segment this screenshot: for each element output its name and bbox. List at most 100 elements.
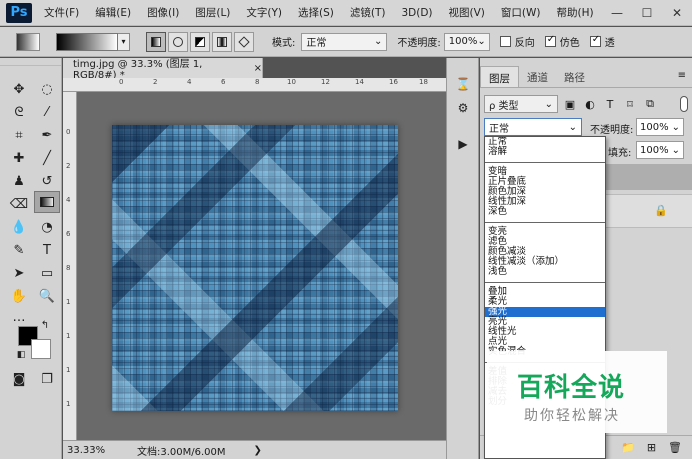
move-tool-icon[interactable]: ✥	[6, 78, 32, 100]
layer-opacity-label: 不透明度:	[590, 125, 634, 136]
menu-layer[interactable]: 图层(L)	[187, 5, 238, 20]
image-canvas[interactable]	[112, 125, 398, 411]
screen-mode-icon[interactable]: ❐	[34, 368, 60, 390]
path-selection-icon[interactable]: ➤	[6, 262, 32, 284]
background-color-swatch[interactable]	[31, 339, 51, 359]
type-filter-icon[interactable]: T	[602, 96, 618, 112]
shape-filter-icon[interactable]: ⌑	[622, 96, 638, 112]
actions-play-icon[interactable]: ▶	[455, 136, 471, 152]
document-size-info: 文档:3.00M/6.00M	[137, 446, 226, 458]
rectangle-icon[interactable]: ▭	[34, 262, 60, 284]
status-menu-arrow-icon[interactable]: ❯	[254, 445, 262, 456]
angle-gradient-button[interactable]	[190, 31, 210, 52]
swap-colors-icon[interactable]: ↰	[38, 318, 52, 332]
ruler-tick: 4	[66, 196, 71, 204]
menu-image[interactable]: 图像(I)	[139, 5, 187, 20]
menu-type[interactable]: 文字(Y)	[238, 5, 290, 20]
menu-view[interactable]: 视图(V)	[441, 5, 493, 20]
mode-value: 正常	[306, 38, 327, 49]
tab-layers[interactable]: 图层	[480, 66, 519, 87]
panel-menu-icon[interactable]: ≡	[678, 70, 686, 81]
blend-option[interactable]: 溶解	[485, 147, 605, 157]
reflected-gradient-button[interactable]	[212, 31, 232, 52]
menu-select[interactable]: 选择(S)	[290, 5, 342, 20]
dither-checkbox[interactable]	[544, 34, 556, 47]
menu-window[interactable]: 窗口(W)	[493, 5, 549, 20]
eyedropper-icon[interactable]: ✒	[34, 124, 60, 146]
type-icon[interactable]: T	[34, 239, 60, 261]
transparency-checkbox[interactable]	[589, 34, 601, 47]
dodge-icon[interactable]: ◔	[34, 216, 60, 238]
new-layer-icon[interactable]: ⊞	[647, 441, 656, 454]
mode-dropdown[interactable]: 正常 ⌄	[301, 32, 388, 51]
brush-icon[interactable]: ╱	[34, 147, 60, 169]
tab-paths[interactable]: 路径	[556, 66, 593, 87]
properties-icon[interactable]: ⚙	[455, 100, 471, 116]
layer-filter-row: ρ 类型 ⌄ ▣ ◐ T ⌑ ⧉	[484, 94, 658, 114]
more-tools-icon[interactable]: …	[6, 306, 32, 328]
document-tab[interactable]: timg.jpg @ 33.3% (图层 1, RGB/8#) * ×	[63, 58, 263, 81]
clone-stamp-icon[interactable]: ♟	[6, 170, 32, 192]
fill-field[interactable]: 100% ⌄	[636, 141, 684, 159]
ruler-tick: 1	[66, 298, 71, 306]
menu-help[interactable]: 帮助(H)	[549, 5, 602, 20]
blend-option[interactable]: 浅色	[485, 267, 605, 277]
gradient-dropdown-arrow[interactable]: ▾	[118, 32, 130, 51]
lasso-icon[interactable]: ᘓ	[6, 101, 32, 123]
close-button[interactable]: ✕	[662, 0, 692, 26]
filter-kind-dropdown[interactable]: ρ 类型 ⌄	[484, 95, 558, 113]
default-colors-icon[interactable]: ◧	[14, 348, 28, 362]
reverse-checkbox[interactable]	[499, 36, 511, 47]
chevron-down-icon: ⌄	[671, 144, 680, 156]
opacity-field[interactable]: 100% ⌄	[443, 32, 490, 51]
minimize-button[interactable]: —	[602, 0, 632, 26]
layer-row-selected[interactable]	[604, 164, 692, 190]
radial-gradient-button[interactable]	[168, 31, 188, 52]
toolbar-grip[interactable]	[0, 58, 61, 66]
menu-file[interactable]: 文件(F)	[36, 5, 87, 20]
history-icon[interactable]: ⌛	[455, 76, 471, 92]
hand-icon[interactable]: ✋	[6, 285, 32, 307]
blend-mode-dropdown[interactable]: 正常 ⌄	[484, 118, 582, 136]
ruler-tick: 6	[66, 230, 71, 238]
zoom-level[interactable]: 33.33%	[67, 445, 107, 456]
blur-icon[interactable]: 💧	[6, 216, 32, 238]
diamond-gradient-button[interactable]	[234, 31, 254, 52]
healing-brush-icon[interactable]: ✚	[6, 147, 32, 169]
ruler-tick: 8	[255, 78, 260, 86]
crop-icon[interactable]: ⌗	[6, 124, 32, 146]
layer-opacity-field[interactable]: 100% ⌄	[636, 118, 684, 136]
tab-channels[interactable]: 通道	[519, 66, 556, 87]
maximize-button[interactable]: ☐	[632, 0, 662, 26]
pen-icon[interactable]: ✎	[6, 239, 32, 261]
new-group-icon[interactable]: 📁	[621, 441, 635, 454]
vertical-ruler[interactable]: 0 2 4 6 8 1 1 1 1	[63, 92, 77, 440]
layer-row-background[interactable]	[604, 194, 692, 228]
tool-preset-picker[interactable]	[16, 32, 40, 51]
history-brush-icon[interactable]: ↺	[34, 170, 60, 192]
delete-layer-icon[interactable]: 🗑	[668, 441, 682, 454]
gradient-tool-icon[interactable]	[34, 191, 60, 213]
close-tab-icon[interactable]: ×	[254, 63, 262, 74]
menu-filter[interactable]: 滤镜(T)	[342, 5, 394, 20]
status-bar: 33.33% 文档:3.00M/6.00M ❯	[63, 440, 446, 459]
gradient-preview[interactable]	[56, 32, 118, 51]
blend-mode-value: 正常	[489, 123, 509, 135]
blend-option[interactable]: 深色	[485, 207, 605, 217]
mode-label: 模式:	[272, 38, 296, 49]
watermark-subtitle: 助你轻松解决	[524, 408, 620, 424]
linear-gradient-button[interactable]	[146, 31, 166, 52]
horizontal-ruler[interactable]: 0 2 4 6 8 10 12 14 16 18	[63, 78, 446, 92]
menu-edit[interactable]: 编辑(E)	[87, 5, 139, 20]
filter-toggle[interactable]	[680, 96, 688, 112]
ellipse-marquee-icon[interactable]: ◌	[34, 78, 60, 100]
zoom-icon[interactable]: 🔍	[34, 285, 60, 307]
magic-wand-icon[interactable]: ⁄	[34, 101, 60, 123]
smart-object-filter-icon[interactable]: ⧉	[642, 96, 658, 112]
pixel-filter-icon[interactable]: ▣	[562, 96, 578, 112]
adjustment-filter-icon[interactable]: ◐	[582, 96, 598, 112]
menu-3d[interactable]: 3D(D)	[393, 7, 440, 19]
lock-icon: 🔒	[654, 204, 668, 217]
quick-mask-icon[interactable]: ◙	[6, 368, 32, 390]
eraser-icon[interactable]: ⌫	[6, 193, 32, 215]
